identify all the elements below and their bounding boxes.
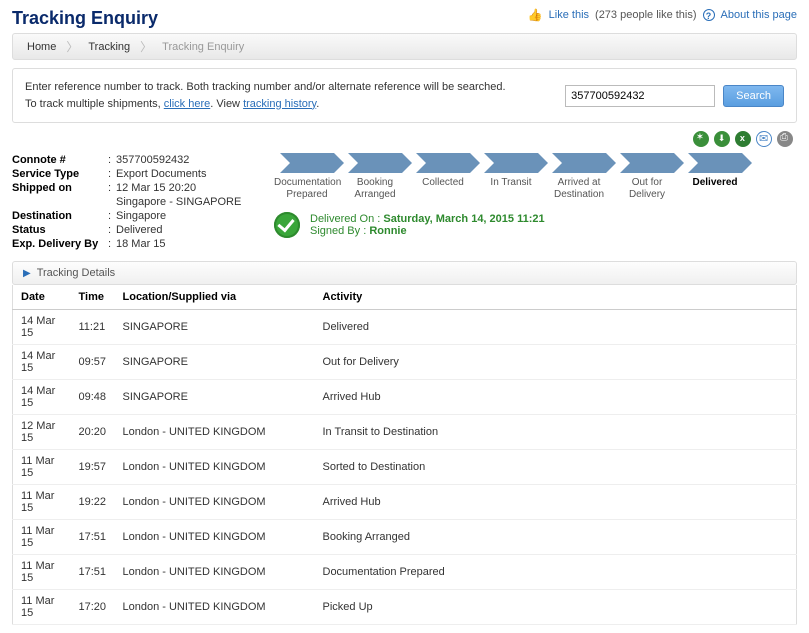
status: Delivered (116, 224, 252, 236)
connote-number: 357700592432 (116, 154, 252, 166)
table-header: Time (71, 285, 115, 310)
breadcrumb: Home 〉 Tracking 〉 Tracking Enquiry (12, 33, 797, 60)
about-page-link[interactable]: About this page (721, 9, 797, 21)
search-button[interactable]: Search (723, 85, 784, 107)
breadcrumb-tracking[interactable]: Tracking (82, 41, 136, 53)
like-this-link[interactable]: Like this (549, 9, 589, 21)
shipped-from: Singapore - SINGAPORE (116, 196, 252, 208)
progress-stages: Documentation PreparedBooking ArrangedCo… (270, 153, 797, 200)
info-icon[interactable]: ? (703, 9, 715, 21)
table-row: 14 Mar 1509:57SINGAPOREOut for Delivery (13, 345, 797, 380)
destination: Singapore (116, 210, 252, 222)
email-icon[interactable] (756, 131, 772, 147)
table-row: 11 Mar 1517:51London - UNITED KINGDOMBoo… (13, 520, 797, 555)
tracking-number-input[interactable] (565, 85, 715, 107)
table-row: 14 Mar 1511:21SINGAPOREDelivered (13, 310, 797, 345)
table-row: 11 Mar 1517:20London - UNITED KINGDOMPic… (13, 590, 797, 625)
search-instructions: Enter reference number to track. Both tr… (25, 79, 506, 112)
multi-shipment-link[interactable]: click here (164, 98, 210, 110)
table-row: 11 Mar 1519:57London - UNITED KINGDOMSor… (13, 450, 797, 485)
checkmark-icon (274, 212, 300, 238)
service-type: Export Documents (116, 168, 252, 180)
stage-item: Delivered (682, 153, 748, 200)
chevron-right-icon: 〉 (66, 38, 78, 55)
expected-delivery: 18 Mar 15 (116, 238, 252, 250)
table-row: 14 Mar 1509:48SINGAPOREArrived Hub (13, 380, 797, 415)
stage-item: Arrived at Destination (546, 153, 612, 200)
stage-item: Collected (410, 153, 476, 200)
expand-icon: ▶ (23, 268, 31, 279)
breadcrumb-home[interactable]: Home (21, 41, 62, 53)
chevron-right-icon: 〉 (140, 38, 152, 55)
tracking-details-header[interactable]: ▶ Tracking Details (12, 261, 797, 285)
table-header: Activity (315, 285, 797, 310)
table-header: Date (13, 285, 71, 310)
table-row: 11 Mar 1517:51London - UNITED KINGDOMDoc… (13, 555, 797, 590)
page-title: Tracking Enquiry (12, 8, 158, 29)
signed-by-value: Ronnie (369, 225, 406, 237)
stage-item: Booking Arranged (342, 153, 408, 200)
download-icon[interactable] (714, 131, 730, 147)
table-row: 12 Mar 1520:20London - UNITED KINGDOMIn … (13, 415, 797, 450)
toolbar-icons (12, 129, 797, 153)
stage-item: Out for Delivery (614, 153, 680, 200)
tracking-events-table: DateTimeLocation/Supplied viaActivity 14… (12, 285, 797, 625)
help-icon[interactable] (693, 131, 709, 147)
search-panel: Enter reference number to track. Both tr… (12, 68, 797, 123)
breadcrumb-current: Tracking Enquiry (156, 41, 250, 53)
tracking-history-link[interactable]: tracking history (243, 98, 316, 110)
like-count: (273 people like this) (595, 9, 697, 21)
delivery-confirmation: Delivered On : Saturday, March 14, 2015 … (270, 212, 797, 238)
shipped-on: 12 Mar 15 20:20 (116, 182, 252, 194)
stage-item: Documentation Prepared (274, 153, 340, 200)
stage-item: In Transit (478, 153, 544, 200)
delivered-on-value: Saturday, March 14, 2015 11:21 (383, 213, 544, 225)
print-icon[interactable] (777, 131, 793, 147)
excel-icon[interactable] (735, 131, 751, 147)
shipment-summary: Connote #:357700592432 Service Type:Expo… (12, 153, 252, 251)
table-row: 11 Mar 1519:22London - UNITED KINGDOMArr… (13, 485, 797, 520)
thumb-up-icon[interactable]: 👍 (528, 8, 543, 22)
table-header: Location/Supplied via (115, 285, 315, 310)
